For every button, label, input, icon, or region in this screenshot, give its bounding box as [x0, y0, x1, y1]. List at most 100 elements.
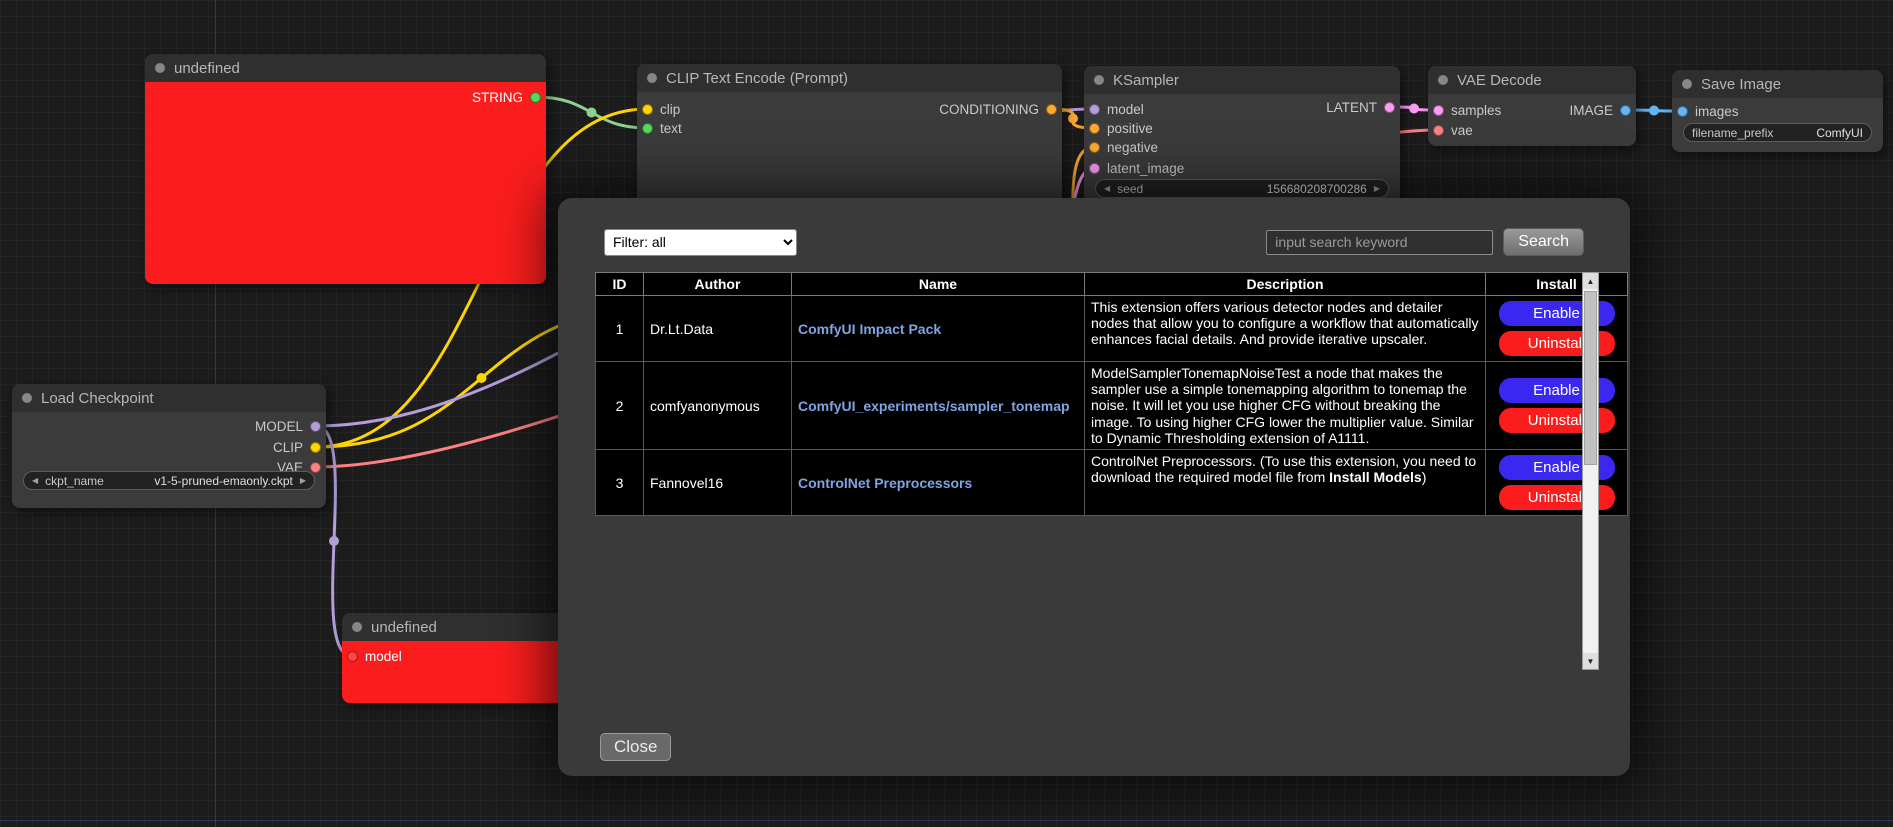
scroll-down-icon[interactable]: ▼: [1583, 653, 1598, 669]
seed-widget[interactable]: ◀ seed 156680208700286 ▶: [1095, 179, 1389, 198]
description-segment: ModelSamplerTonemapNoiseTest a node that…: [1091, 365, 1474, 446]
widget-value: v1-5-pruned-emaonly.ckpt: [154, 474, 293, 488]
negative-input-port[interactable]: negative: [1084, 138, 1400, 156]
node-title-bar[interactable]: KSampler: [1084, 66, 1400, 94]
MODEL-output-dot[interactable]: [310, 421, 321, 432]
name-cell: ComfyUI Impact Pack: [792, 296, 1085, 362]
filename_prefix-widget[interactable]: filename_prefix ComfyUI: [1683, 123, 1872, 142]
link-midpoint-dot: [329, 536, 339, 546]
widget-value: ComfyUI: [1816, 126, 1863, 140]
link-midpoint-dot: [1409, 104, 1419, 114]
widget-value: 156680208700286: [1267, 182, 1367, 196]
widget-label: seed: [1117, 182, 1143, 196]
collapse-dot-icon[interactable]: [647, 73, 657, 83]
positive-input-dot[interactable]: [1089, 123, 1100, 134]
scroll-up-icon[interactable]: ▲: [1583, 273, 1598, 289]
VAE-output-dot[interactable]: [310, 462, 321, 473]
node-title-bar[interactable]: VAE Decode: [1428, 66, 1636, 94]
close-button[interactable]: Close: [600, 733, 671, 761]
widget-label: filename_prefix: [1692, 126, 1773, 140]
install-cell: EnableUninstall: [1486, 296, 1628, 362]
node-title: VAE Decode: [1457, 72, 1542, 89]
collapse-dot-icon[interactable]: [1094, 75, 1104, 85]
text-input-dot[interactable]: [642, 123, 653, 134]
IMAGE-output-port[interactable]: IMAGE: [1428, 101, 1636, 119]
text-input-port[interactable]: text: [637, 119, 1062, 137]
author-cell: Fannovel16: [644, 450, 792, 516]
CLIP-output-port[interactable]: CLIP: [12, 438, 326, 456]
arrow-right-icon[interactable]: ▶: [300, 476, 306, 485]
port-label: latent_image: [1107, 161, 1184, 176]
node-title: KSampler: [1113, 72, 1179, 89]
port-label: positive: [1107, 121, 1153, 136]
install-button-stack: EnableUninstall: [1492, 376, 1621, 435]
node-title: CLIP Text Encode (Prompt): [666, 70, 848, 87]
LATENT-output-dot[interactable]: [1384, 102, 1395, 113]
extension-name-link[interactable]: ControlNet Preprocessors: [798, 475, 972, 491]
node-load-checkpoint[interactable]: Load CheckpointMODELCLIPVAE◀ckpt_namev1-…: [12, 384, 326, 508]
column-header-id: ID: [596, 273, 644, 296]
node-undefined-bottom[interactable]: undefined model: [342, 613, 565, 703]
port-label: LATENT: [1326, 100, 1377, 115]
filter-select[interactable]: Filter: all: [604, 229, 797, 256]
CONDITIONING-output-dot[interactable]: [1046, 104, 1057, 115]
STRING-output-port[interactable]: STRING: [145, 88, 546, 106]
node-ksampler[interactable]: KSamplermodelpositivenegativelatent_imag…: [1084, 66, 1400, 212]
vae-input-port[interactable]: vae: [1428, 121, 1636, 139]
extension-name-link[interactable]: ComfyUI Impact Pack: [798, 321, 941, 337]
node-title: undefined: [174, 60, 240, 77]
port-label: STRING: [472, 90, 523, 105]
STRING-output-dot[interactable]: [530, 92, 541, 103]
description-cell: This extension offers various detector n…: [1085, 296, 1486, 362]
arrow-left-icon[interactable]: ◀: [32, 476, 38, 485]
model-input-port[interactable]: model: [342, 647, 565, 665]
scrollbar[interactable]: ▲ ▼: [1582, 272, 1599, 670]
id-cell: 1: [596, 296, 644, 362]
node-clip-text-encode[interactable]: CLIP Text Encode (Prompt)cliptextCONDITI…: [637, 64, 1062, 214]
collapse-dot-icon[interactable]: [352, 622, 362, 632]
author-cell: Dr.Lt.Data: [644, 296, 792, 362]
ckpt_name-widget[interactable]: ◀ckpt_namev1-5-pruned-emaonly.ckpt▶: [23, 471, 315, 490]
scrollbar-thumb[interactable]: [1584, 291, 1597, 465]
column-header-author: Author: [644, 273, 792, 296]
MODEL-output-port[interactable]: MODEL: [12, 417, 326, 435]
latent_image-input-dot[interactable]: [1089, 163, 1100, 174]
CLIP-output-dot[interactable]: [310, 442, 321, 453]
node-title-bar[interactable]: CLIP Text Encode (Prompt): [637, 64, 1062, 92]
node-vae-decode[interactable]: VAE DecodesamplesvaeIMAGE: [1428, 66, 1636, 146]
collapse-dot-icon[interactable]: [1438, 75, 1448, 85]
search-button[interactable]: Search: [1503, 228, 1584, 256]
node-title-bar[interactable]: undefined: [342, 613, 565, 641]
node-title-bar[interactable]: undefined: [145, 54, 546, 82]
LATENT-output-port[interactable]: LATENT: [1084, 98, 1400, 116]
extension-name-link[interactable]: ComfyUI_experiments/sampler_tonemap: [798, 398, 1070, 414]
id-cell: 2: [596, 362, 644, 450]
positive-input-port[interactable]: positive: [1084, 119, 1400, 137]
port-label: vae: [1451, 123, 1473, 138]
arrow-left-icon[interactable]: ◀: [1104, 184, 1110, 193]
vae-input-dot[interactable]: [1433, 125, 1444, 136]
node-title-bar[interactable]: Load Checkpoint: [12, 384, 326, 412]
model-input-dot[interactable]: [347, 651, 358, 662]
collapse-dot-icon[interactable]: [1682, 79, 1692, 89]
description-cell: ControlNet Preprocessors. (To use this e…: [1085, 450, 1486, 516]
collapse-dot-icon[interactable]: [155, 63, 165, 73]
collapse-dot-icon[interactable]: [22, 393, 32, 403]
description-segment: Install Models: [1329, 469, 1422, 485]
IMAGE-output-dot[interactable]: [1620, 105, 1631, 116]
arrow-right-icon[interactable]: ▶: [1374, 184, 1380, 193]
images-input-dot[interactable]: [1677, 106, 1688, 117]
extension-table: IDAuthorNameDescriptionInstall 1Dr.Lt.Da…: [595, 272, 1628, 516]
install-button-stack: EnableUninstall: [1492, 453, 1621, 512]
link-midpoint-dot: [477, 373, 487, 383]
images-input-port[interactable]: images: [1672, 102, 1883, 120]
node-undefined-top[interactable]: undefined STRING: [145, 54, 546, 284]
node-error-body: [145, 82, 546, 284]
node-title-bar[interactable]: Save Image: [1672, 70, 1883, 98]
search-input[interactable]: [1266, 230, 1493, 255]
node-save-image[interactable]: Save Image images filename_prefix ComfyUI: [1672, 70, 1883, 152]
table-header-row: IDAuthorNameDescriptionInstall: [596, 273, 1628, 296]
negative-input-dot[interactable]: [1089, 142, 1100, 153]
CONDITIONING-output-port[interactable]: CONDITIONING: [637, 100, 1062, 118]
latent_image-input-port[interactable]: latent_image: [1084, 159, 1400, 177]
